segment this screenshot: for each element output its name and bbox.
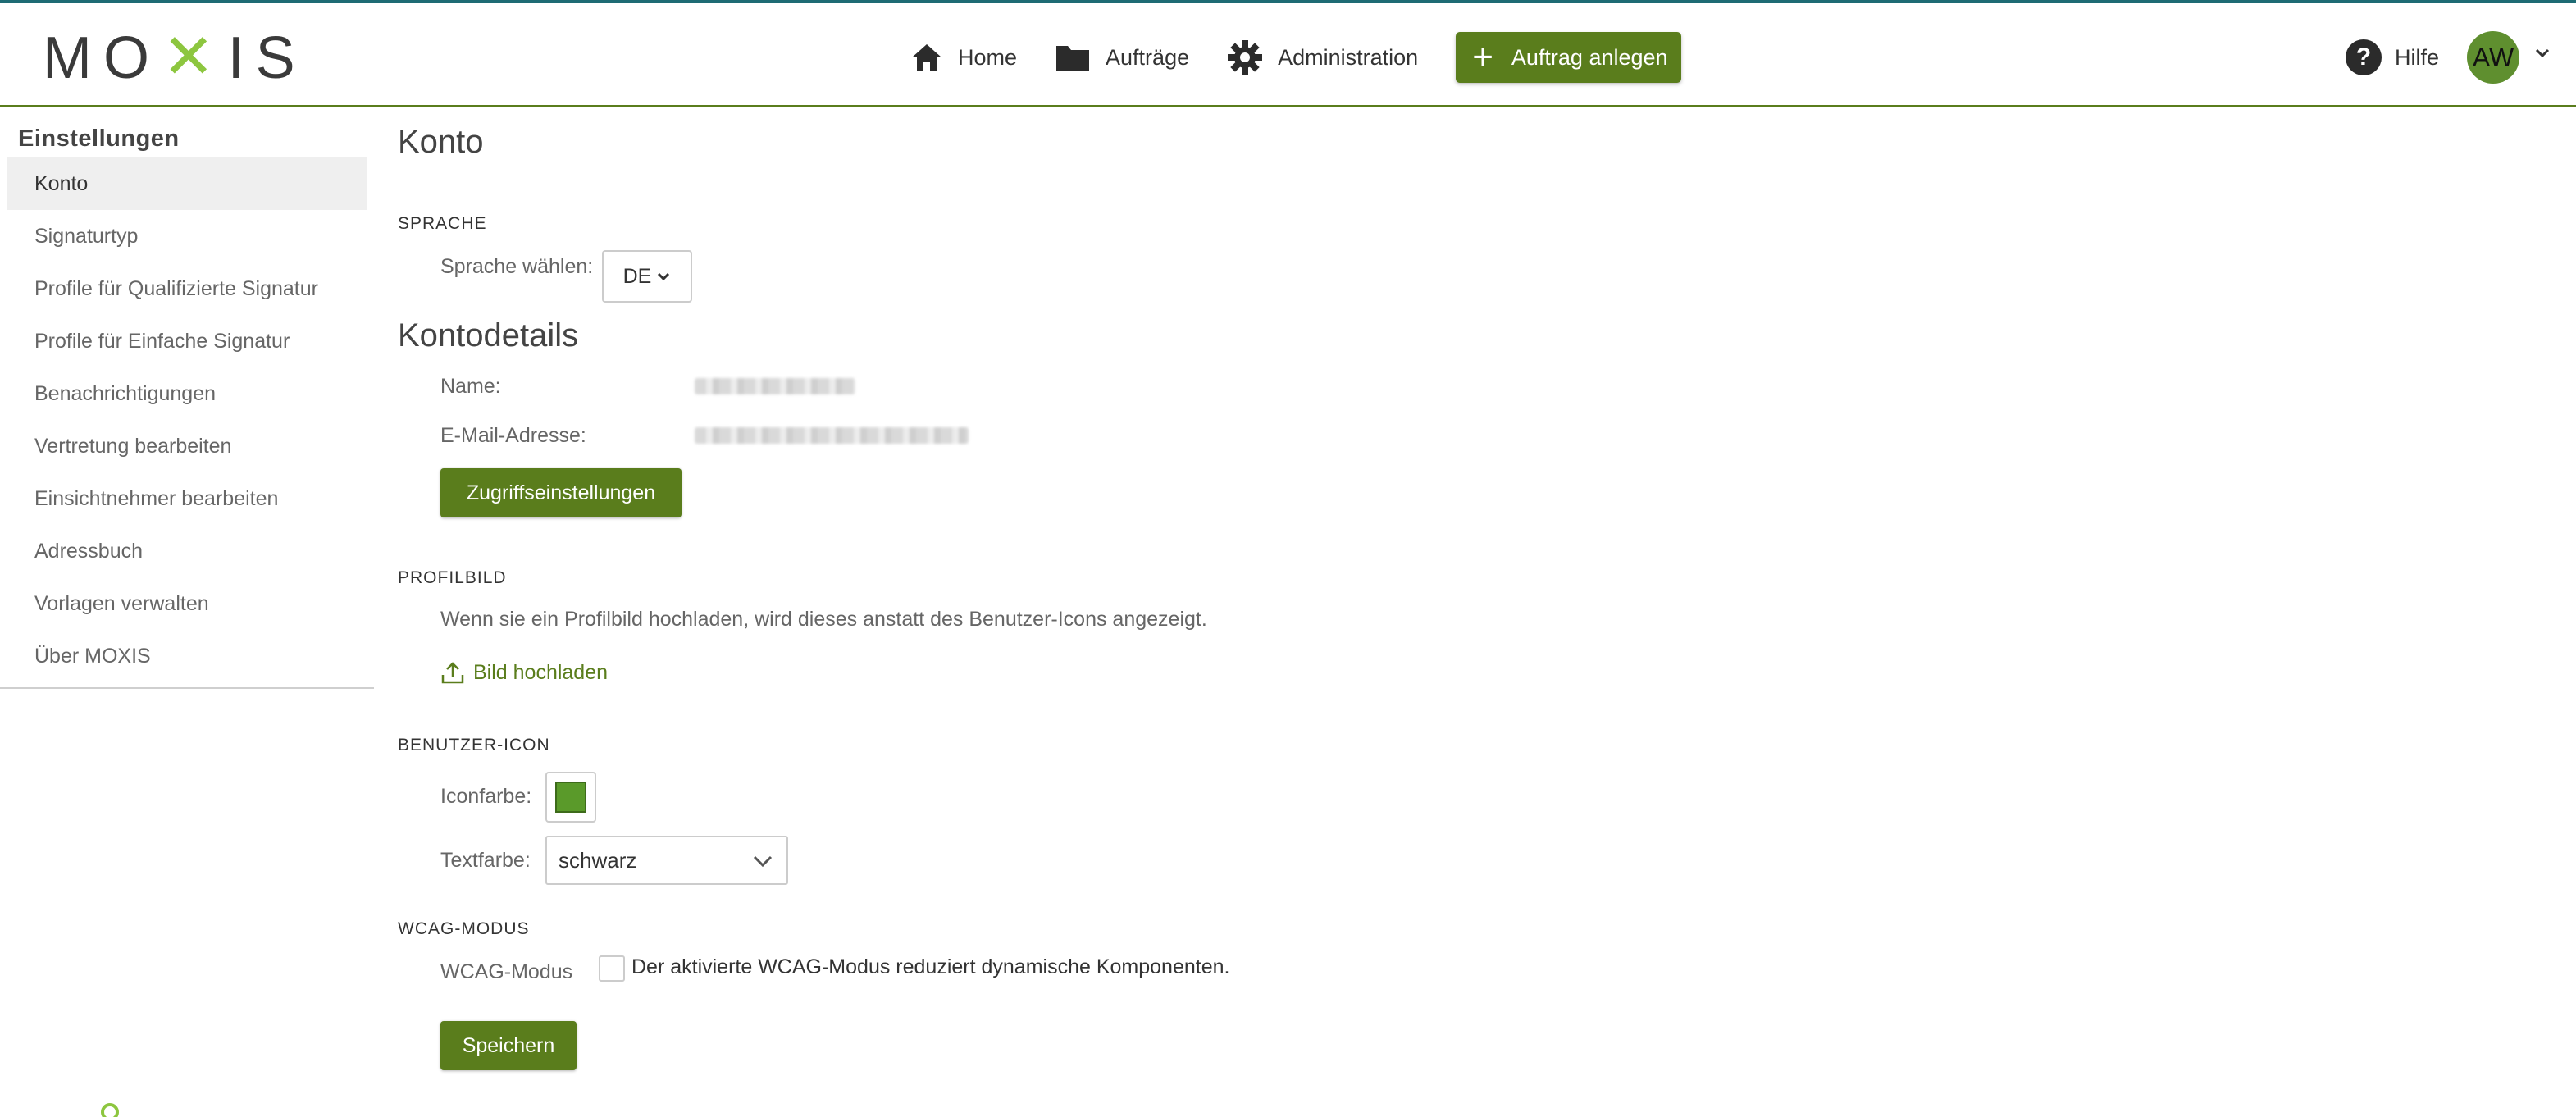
text-color-select[interactable]: schwarz	[545, 836, 788, 885]
profile-picture-heading: PROFILBILD	[398, 568, 507, 587]
sidebar-item-simple-profiles[interactable]: Profile für Einfache Signatur	[7, 315, 367, 367]
sidebar-item-templates[interactable]: Vorlagen verwalten	[7, 577, 367, 630]
name-value-redacted	[695, 378, 855, 394]
email-label: E-Mail-Adresse:	[440, 424, 586, 447]
chevron-down-icon	[658, 272, 670, 281]
upload-image-link[interactable]: Bild hochladen	[440, 660, 608, 685]
user-icon-heading: BENUTZER-ICON	[398, 736, 550, 755]
page-title: Konto	[398, 124, 484, 160]
upload-image-label: Bild hochladen	[473, 660, 609, 684]
chevron-down-icon	[753, 855, 773, 868]
create-order-label: Auftrag anlegen	[1511, 44, 1668, 70]
sidebar-item-qualified-profiles[interactable]: Profile für Qualifizierte Signatur	[7, 262, 367, 315]
text-color-value: schwarz	[559, 847, 637, 873]
nav-home-label: Home	[958, 44, 1018, 70]
profile-picture-description: Wenn sie ein Profilbild hochladen, wird …	[440, 608, 1207, 631]
wcag-label: WCAG-Modus	[440, 960, 573, 983]
logo-text: MO✕IS	[43, 21, 307, 92]
wcag-checkbox[interactable]	[599, 955, 625, 982]
upload-icon	[441, 662, 464, 684]
help-label: Hilfe	[2395, 44, 2440, 70]
access-settings-button[interactable]: Zugriffseinstellungen	[440, 468, 682, 517]
footer-logo-mark	[101, 1103, 119, 1117]
email-value-redacted	[695, 427, 969, 444]
language-value: DE	[622, 264, 652, 288]
question-icon: ?	[2346, 39, 2382, 75]
wcag-checkbox-text: Der aktivierte WCAG-Modus reduziert dyna…	[631, 955, 1230, 978]
account-details-heading: Kontodetails	[398, 317, 579, 353]
sidebar-item-konto[interactable]: Konto	[7, 157, 367, 210]
language-label: Sprache wählen:	[440, 255, 594, 278]
text-color-label: Textfarbe:	[440, 849, 531, 872]
nav-administration-label: Administration	[1278, 44, 1419, 70]
moxis-logo[interactable]: MO✕IS	[43, 22, 307, 92]
nav-orders-label: Aufträge	[1106, 44, 1190, 70]
chevron-down-icon[interactable]	[2534, 48, 2551, 59]
nav-home[interactable]: Home	[910, 43, 1017, 72]
sidebar-item-viewers[interactable]: Einsichtnehmer bearbeiten	[7, 472, 367, 525]
sidebar-divider	[0, 687, 374, 689]
sidebar-item-addressbook[interactable]: Adressbuch	[7, 525, 367, 577]
language-heading: SPRACHE	[398, 214, 487, 233]
language-select[interactable]: DE	[602, 250, 692, 303]
icon-color-picker[interactable]	[545, 772, 596, 823]
footer-logo	[49, 1099, 123, 1117]
save-button[interactable]: Speichern	[440, 1021, 577, 1070]
sidebar-item-about[interactable]: Über MOXIS	[7, 630, 367, 682]
create-order-button[interactable]: + Auftrag anlegen	[1456, 32, 1681, 83]
sidebar-title: Einstellungen	[18, 125, 180, 152]
icon-color-label: Iconfarbe:	[440, 785, 532, 808]
app-header: MO✕IS Home Aufträge Administration + Auf…	[0, 3, 2576, 107]
settings-sidebar: Einstellungen Konto Signaturtyp Profile …	[0, 107, 374, 689]
sidebar-item-signaturtyp[interactable]: Signaturtyp	[7, 210, 367, 262]
icon-color-swatch	[555, 782, 586, 813]
sidebar-item-substitute[interactable]: Vertretung bearbeiten	[7, 420, 367, 472]
folder-icon	[1056, 46, 1090, 71]
plus-icon: +	[1472, 37, 1493, 77]
main-nav: Home Aufträge Administration + Auftrag a…	[910, 30, 1681, 85]
user-avatar[interactable]: AW	[2467, 31, 2519, 84]
nav-administration[interactable]: Administration	[1227, 39, 1418, 75]
sidebar-item-notifications[interactable]: Benachrichtigungen	[7, 367, 367, 420]
name-label: Name:	[440, 375, 501, 398]
gear-icon	[1228, 40, 1263, 75]
nav-orders[interactable]: Aufträge	[1055, 43, 1189, 72]
home-icon	[912, 44, 941, 71]
wcag-heading: WCAG-MODUS	[398, 919, 530, 938]
help-link[interactable]: ? Hilfe	[2346, 39, 2439, 75]
